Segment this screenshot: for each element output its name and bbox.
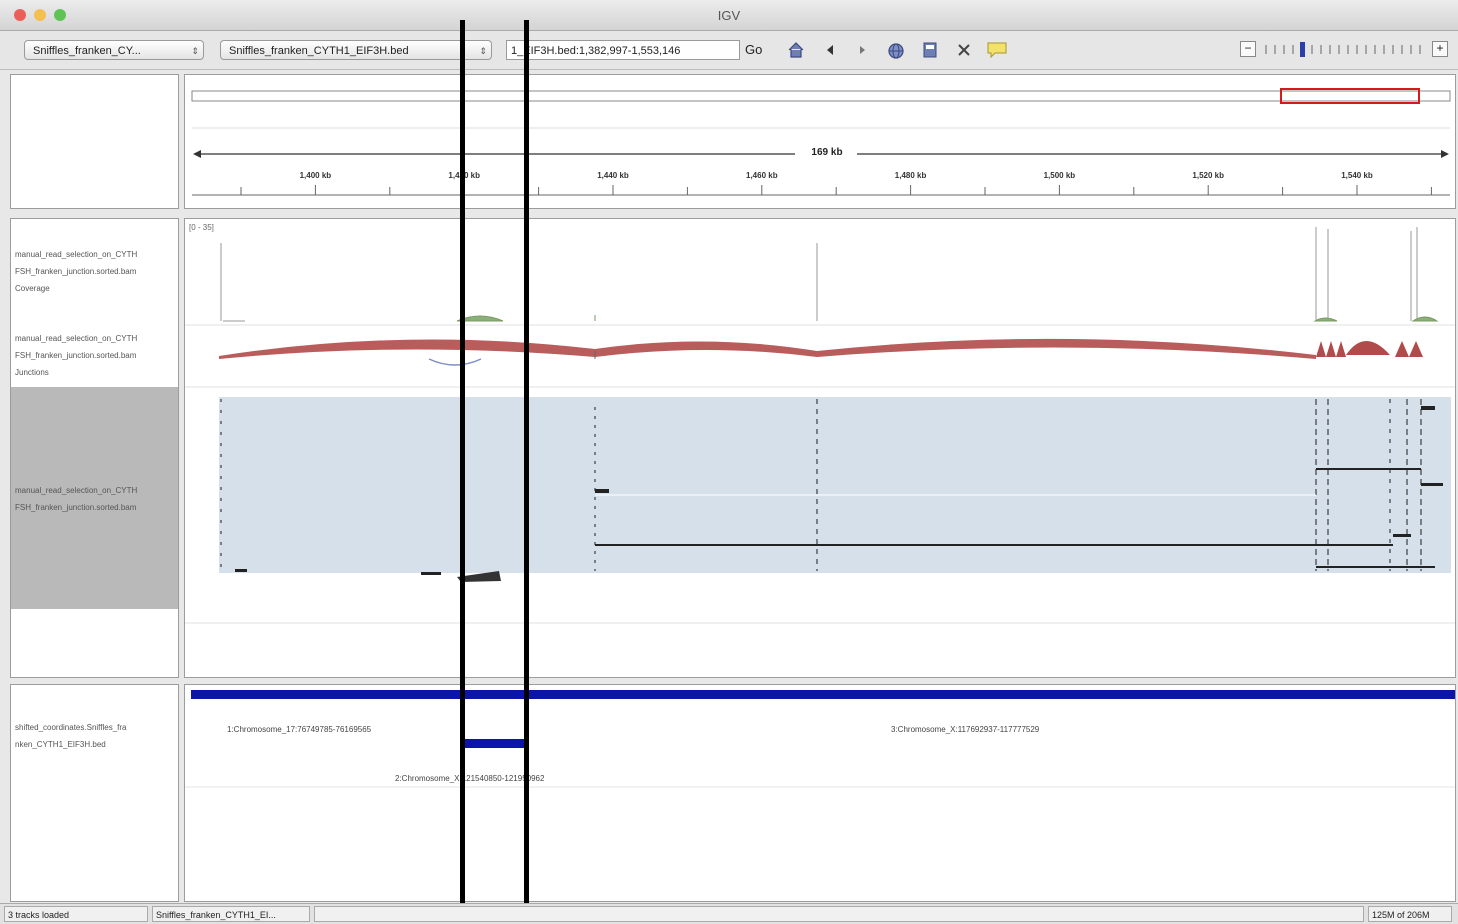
ruler-tick-label: 1,500 kb — [1043, 171, 1076, 180]
coverage-track-label[interactable]: manual_read_selection_on_CYTH FSH_franke… — [15, 246, 178, 297]
alignment-track-label[interactable]: manual_read_selection_on_CYTH FSH_franke… — [15, 482, 178, 516]
ruler-tick-label: 1,460 kb — [746, 171, 778, 180]
bed-track — [185, 690, 1455, 788]
ruler-tick-label: 1,480 kb — [894, 171, 927, 180]
ruler-span-label: 169 kb — [811, 147, 843, 158]
refresh-icon[interactable] — [886, 41, 906, 61]
chromosome-dropdown[interactable]: Sniffles_franken_CYTH1_EIF3H.bed ⇕ — [220, 40, 492, 60]
coverage-track — [220, 227, 1439, 322]
roi-icon[interactable] — [920, 41, 940, 61]
marker-line-right — [524, 20, 529, 923]
title-bar: IGV — [0, 0, 1458, 31]
ruler-tick-label: 1,520 kb — [1192, 171, 1224, 180]
marker-line-left — [460, 20, 465, 923]
data-name-panel: manual_read_selection_on_CYTH FSH_franke… — [10, 218, 179, 678]
data-panel[interactable]: [0 - 35] — [184, 218, 1456, 678]
bed-label-line-2: nken_CYTH1_EIF3H.bed — [15, 740, 106, 749]
status-memory: 125M of 206M — [1368, 906, 1452, 922]
zoom-in-button[interactable]: + — [1432, 41, 1448, 57]
junction-track-label[interactable]: manual_read_selection_on_CYTH FSH_franke… — [15, 330, 178, 381]
ruler-svg — [191, 88, 1451, 196]
back-icon[interactable] — [820, 41, 840, 61]
locus-input[interactable]: 1_EIF3H.bed:1,382,997-1,553,146 — [506, 40, 740, 60]
go-button[interactable]: Go — [745, 40, 762, 60]
bed-feature-bar — [465, 739, 527, 748]
bed-feature-label-2: 2:Chromosome_X:121540850-121950962 — [395, 774, 545, 783]
status-current-file: Sniffles_franken_CYTH1_EI... — [152, 906, 310, 922]
feature-panel[interactable]: 1:Chromosome_17:76749785-76169565 2:Chro… — [184, 684, 1456, 902]
junction-label-line-3: Junctions — [15, 368, 49, 377]
ruler-tick-label: 1,540 kb — [1341, 171, 1373, 180]
zoom-slider[interactable] — [1262, 41, 1426, 57]
updown-arrow-icon: ⇕ — [479, 46, 487, 56]
coverage-label-line-2: FSH_franken_junction.sorted.bam — [15, 267, 137, 276]
status-bar: 3 tracks loaded Sniffles_franken_CYTH1_E… — [0, 903, 1458, 924]
bed-feature-label-1: 1:Chromosome_17:76749785-76169565 — [227, 725, 372, 734]
feature-name-panel: shifted_coordinates.Sniffles_fra nken_CY… — [10, 684, 179, 902]
ruler-tick-label: 1,400 kb — [299, 171, 332, 180]
header-panel: 169 kb 1,400 kb 1,420 kb 1,440 kb 1,460 kb 1… — [184, 74, 1456, 209]
zoom-out-button[interactable]: − — [1240, 41, 1256, 57]
status-tracks-loaded: 3 tracks loaded — [4, 906, 148, 922]
window-title: IGV — [717, 8, 741, 23]
alignment-label-line-2: FSH_franken_junction.sorted.bam — [15, 503, 137, 512]
coverage-label-line-3: Coverage — [15, 284, 50, 293]
chromosome-dropdown-value: Sniffles_franken_CYTH1_EIF3H.bed — [229, 45, 409, 57]
genome-dropdown[interactable]: Sniffles_franken_CY... ⇕ — [24, 40, 204, 60]
genome-dropdown-value: Sniffles_franken_CY... — [33, 45, 141, 57]
chromosome-ideogram — [191, 90, 1451, 102]
bed-track-label[interactable]: shifted_coordinates.Sniffles_fra nken_CY… — [15, 719, 178, 753]
ruler-tick-label: 1,440 kb — [597, 171, 629, 180]
junction-label-line-1: manual_read_selection_on_CYTH — [15, 334, 138, 343]
toolbar: Sniffles_franken_CY... ⇕ Sniffles_franke… — [0, 31, 1458, 70]
alignment-label-line-1: manual_read_selection_on_CYTH — [15, 486, 138, 495]
junction-track — [219, 338, 1423, 366]
bed-feature-label-3: 3:Chromosome_X:117692937-117777529 — [891, 725, 1040, 734]
popup-info-icon[interactable] — [986, 41, 1007, 61]
header-name-panel — [10, 74, 179, 209]
data-svg — [185, 227, 1455, 624]
updown-arrow-icon: ⇕ — [191, 46, 199, 56]
coverage-label-line-1: manual_read_selection_on_CYTH — [15, 250, 138, 259]
junction-label-line-2: FSH_franken_junction.sorted.bam — [15, 351, 137, 360]
forward-icon[interactable] — [852, 41, 872, 61]
home-icon[interactable] — [786, 41, 806, 61]
resize-icon[interactable] — [954, 41, 974, 61]
bed-label-line-1: shifted_coordinates.Sniffles_fra — [15, 723, 127, 732]
status-message — [314, 906, 1364, 922]
bed-feature-bar — [191, 690, 1455, 699]
alignment-track — [219, 397, 1451, 582]
